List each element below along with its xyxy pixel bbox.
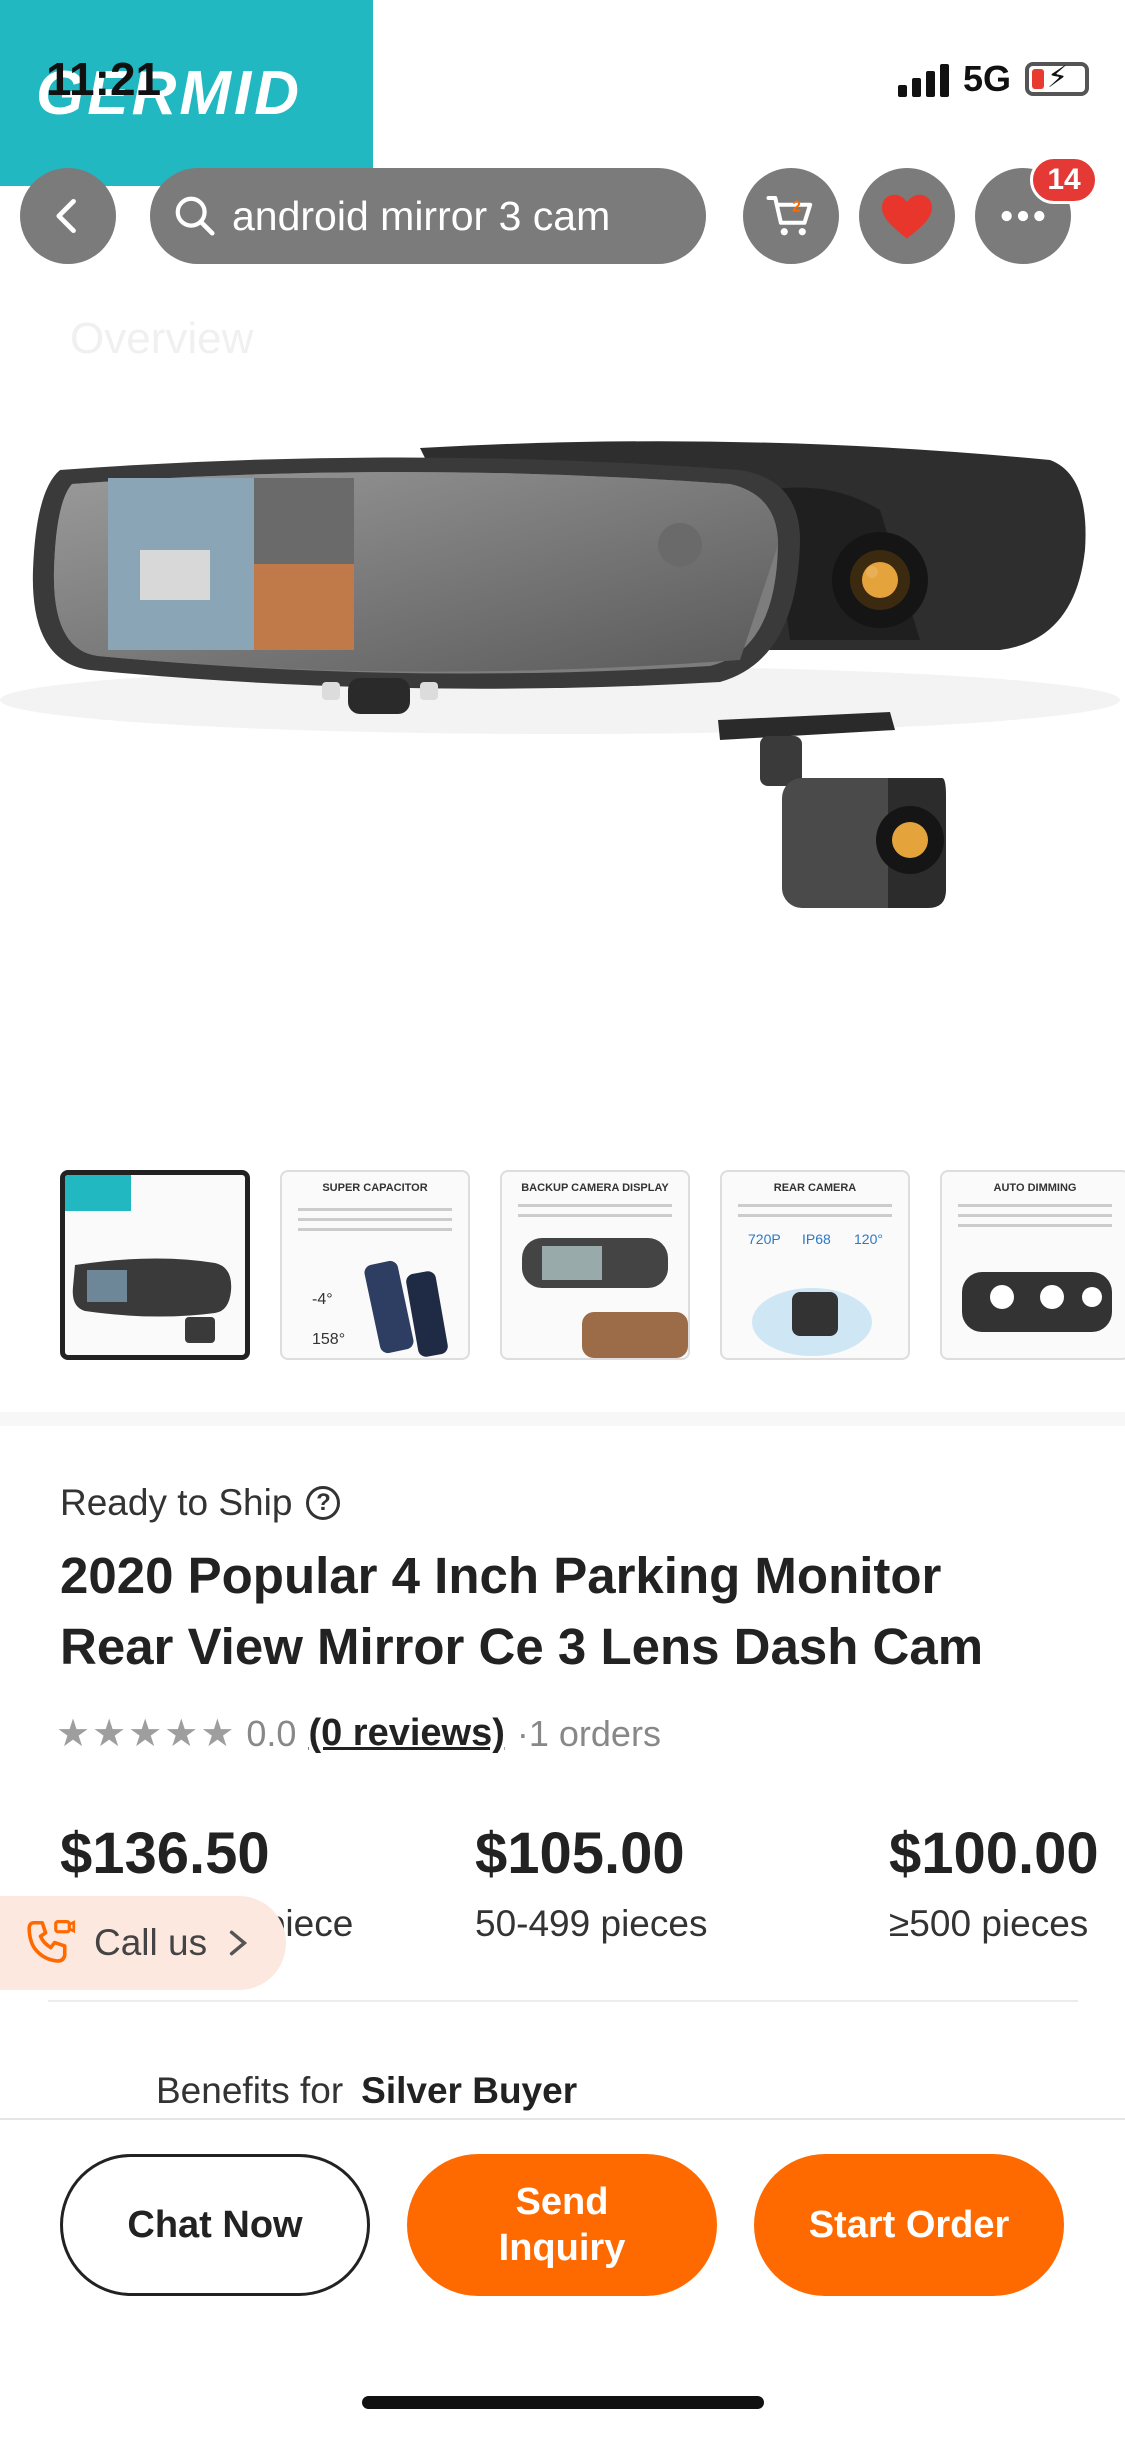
tab-overview[interactable]: Overview [70,314,253,364]
call-us-label: Call us [94,1922,208,1963]
rating-row: ★ ★ ★ ★ ★ 0.0 (0 reviews) ·1 orders [56,1712,661,1755]
question-icon[interactable]: ? [306,1486,341,1520]
star-icon: ★ [164,1712,199,1755]
product-main-image[interactable] [0,400,1125,920]
cart-icon: 2 [766,195,813,236]
favorite-button[interactable] [859,168,955,264]
auto-dimming-image [962,1272,1112,1332]
status-bar: GERMID 11:21 5G [0,0,1125,186]
product-photo [0,441,1120,908]
call-us-button[interactable]: Call us [0,1896,286,1990]
thumbnail-strip[interactable]: SUPER CAPACITOR -4° 158° BACKUP CAMERA D… [60,1170,1125,1360]
price-tier: $100.00 ≥500 pieces [889,1820,1099,1945]
thumbnail-5[interactable]: AUTO DIMMING [940,1170,1125,1360]
benefits-label: Benefits for [156,2070,344,2111]
thumbnail-2[interactable]: SUPER CAPACITOR -4° 158° [280,1170,470,1360]
rating-value: 0.0 [246,1712,297,1754]
buyer-benefits[interactable]: Benefits for Silver Buyer [60,2070,1070,2112]
home-indicator[interactable] [362,2396,764,2409]
search-bar[interactable]: android mirror 3 cam [150,168,706,264]
tier-price: $136.50 [60,1821,270,1886]
cart-button[interactable]: 2 [743,168,839,264]
network-label: 5G [962,58,1011,99]
battery-icon [1025,60,1089,96]
star-icon: ★ [128,1712,163,1755]
rear-camera-image: 720P IP68 120° [748,1231,883,1356]
star-icon: ★ [56,1712,91,1755]
ready-to-ship: Ready to Ship ? [60,1482,341,1524]
product-title: 2020 Popular 4 Inch Parking Monitor Rear… [60,1547,984,1675]
star-rating: ★ ★ ★ ★ ★ [56,1715,234,1753]
svg-text:158°: 158° [312,1331,345,1348]
tier-quantity: 50-499 pieces [475,1903,708,1944]
svg-text:720P: 720P [748,1231,781,1247]
capacitor-image: -4° 158° [312,1260,448,1357]
send-inquiry-label-1: Send [515,2181,609,2223]
back-button[interactable] [20,168,116,264]
ready-to-ship-label: Ready to Ship [60,1482,293,1523]
reviews-link[interactable]: (0 reviews) [308,1712,504,1755]
tier-price: $100.00 [889,1821,1099,1886]
thumbnail-mirror-image [72,1258,232,1343]
svg-text:-4°: -4° [312,1291,333,1308]
thumbnail-1[interactable] [60,1170,250,1360]
tier-price: $105.00 [475,1821,685,1886]
backup-display-image [522,1238,688,1358]
chevron-left-icon [56,198,76,234]
section-divider [0,1412,1125,1426]
search-query[interactable]: android mirror 3 cam [232,193,610,240]
cart-count: 2 [792,199,801,216]
tier-quantity: ≥500 pieces [889,1903,1089,1944]
status-indicators: 5G [897,58,1089,100]
divider [48,2000,1078,2002]
orders-count: ·1 orders [516,1712,661,1754]
notification-badge: 14 [1030,156,1098,204]
signal-icon [897,61,949,97]
phone-icon [27,1920,76,1963]
send-inquiry-label-2: Inquiry [498,2227,626,2269]
thumbnail-4[interactable]: REAR CAMERA 720P IP68 120° [720,1170,910,1360]
send-inquiry-button[interactable]: Send Inquiry [407,2154,717,2296]
price-tier: $105.00 50-499 pieces [475,1820,707,1945]
star-icon: ★ [92,1712,127,1755]
status-time: 11:21 [46,53,162,105]
buyer-level: Silver Buyer [361,2070,578,2111]
search-icon [175,196,215,236]
heart-icon [882,194,932,239]
star-icon: ★ [200,1712,235,1755]
thumbnail-3[interactable]: BACKUP CAMERA DISPLAY [500,1170,690,1360]
svg-text:IP68: IP68 [802,1231,831,1247]
svg-text:120°: 120° [854,1231,883,1247]
chevron-right-icon [229,1930,248,1956]
chat-now-button[interactable]: Chat Now [60,2154,370,2296]
start-order-button[interactable]: Start Order [754,2154,1064,2296]
